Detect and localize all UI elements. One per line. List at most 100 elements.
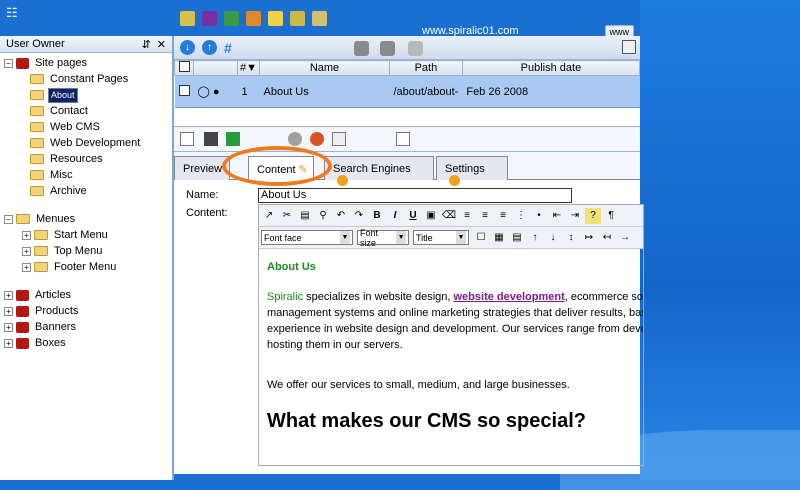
delete-icon[interactable] xyxy=(396,132,410,146)
tree-node-about[interactable]: About xyxy=(4,87,172,103)
bullet-list-icon[interactable]: • xyxy=(531,208,547,224)
window-icon[interactable] xyxy=(622,40,636,54)
users-icon[interactable] xyxy=(246,10,261,26)
tree-node-misc[interactable]: Misc xyxy=(4,167,172,183)
move-down-icon[interactable]: ↓ xyxy=(180,40,195,55)
cut-icon[interactable]: ✂ xyxy=(279,208,295,224)
close-icon[interactable]: ✕ xyxy=(157,38,166,51)
outdent-icon[interactable]: ⇤ xyxy=(549,208,565,224)
tree-node-label: Archive xyxy=(50,185,87,197)
tree-node-archive[interactable]: Archive xyxy=(4,183,172,199)
stats-icon[interactable] xyxy=(290,10,305,26)
tree-node-start-menu[interactable]: + Start Menu xyxy=(4,227,172,243)
tree-node-constant-pages[interactable]: Constant Pages xyxy=(4,71,172,87)
delete-page-icon[interactable] xyxy=(408,41,423,56)
delete-column-icon[interactable]: ↕ xyxy=(563,230,579,246)
path-header[interactable]: Path xyxy=(389,60,463,76)
number-header[interactable]: #▼ xyxy=(237,60,260,76)
tree-node-banners[interactable]: + Banners xyxy=(4,319,172,335)
expand-icon[interactable]: + xyxy=(22,230,31,240)
tree-node-resources[interactable]: Resources xyxy=(4,151,172,167)
copy-page-icon[interactable] xyxy=(380,41,395,56)
row-checkbox[interactable] xyxy=(178,84,190,96)
underline-icon[interactable]: U xyxy=(405,208,421,224)
cell-icon[interactable]: → xyxy=(617,230,633,246)
folder-icon xyxy=(30,122,44,132)
new-icon[interactable] xyxy=(180,132,194,146)
tree-node-web-development[interactable]: Web Development xyxy=(4,135,172,151)
help-icon[interactable]: ? xyxy=(585,207,601,224)
bold-icon[interactable]: B xyxy=(369,208,385,224)
sitemap-icon[interactable]: ☷ xyxy=(6,5,18,21)
table-icon[interactable]: ▦ xyxy=(491,230,507,246)
globe-icon[interactable] xyxy=(288,132,302,146)
copy-icon[interactable] xyxy=(332,132,346,146)
expand-icon[interactable]: + xyxy=(22,262,31,272)
row-select-cell[interactable] xyxy=(174,75,194,108)
add-page-icon[interactable] xyxy=(354,41,369,56)
ordered-list-icon[interactable]: ⋮ xyxy=(513,208,529,224)
save-icon[interactable] xyxy=(204,132,218,146)
tab-search-engines[interactable]: Search Engines xyxy=(324,156,434,186)
tree-node-articles[interactable]: + Articles xyxy=(4,287,172,303)
font-face-select[interactable]: Font face ▼ xyxy=(261,230,353,245)
expand-icon[interactable]: + xyxy=(4,338,13,348)
collapse-icon[interactable]: − xyxy=(4,214,13,224)
checkbox-icon[interactable]: ☐ xyxy=(473,230,489,246)
paste-icon[interactable]: ▤ xyxy=(297,208,313,224)
refresh-icon[interactable] xyxy=(226,132,240,146)
row-name[interactable]: About Us xyxy=(259,75,390,108)
undo-icon[interactable]: ↶ xyxy=(333,208,349,224)
tree-node-boxes[interactable]: + Boxes xyxy=(4,335,172,351)
align-center-icon[interactable]: ≡ xyxy=(477,208,493,224)
paragraph-icon[interactable]: ¶ xyxy=(603,208,619,224)
name-header[interactable]: Name xyxy=(259,60,390,76)
select-all-checkbox[interactable] xyxy=(178,61,190,72)
collapse-icon[interactable]: − xyxy=(4,58,13,68)
books-icon[interactable] xyxy=(202,10,217,26)
font-size-select[interactable]: Font size ▼ xyxy=(357,228,409,248)
name-input[interactable] xyxy=(258,187,572,203)
tree-node-products[interactable]: + Products xyxy=(4,303,172,319)
tools-icon[interactable] xyxy=(312,10,327,26)
eraser-icon[interactable]: ⌫ xyxy=(441,208,457,224)
refresh-icon[interactable]: ⇵ xyxy=(142,38,151,51)
select-all-header[interactable] xyxy=(174,60,194,76)
tree-node-top-menu[interactable]: + Top Menu xyxy=(4,243,172,259)
expand-icon[interactable]: + xyxy=(4,306,13,316)
edit-icon[interactable] xyxy=(180,10,195,26)
website-development-link[interactable]: website development xyxy=(454,291,565,303)
publish-date-header[interactable]: Publish date xyxy=(461,60,641,76)
mail-icon[interactable] xyxy=(268,10,283,26)
tree-node-web-cms[interactable]: Web CMS xyxy=(4,119,172,135)
expand-icon[interactable]: + xyxy=(22,246,31,256)
insert-row-icon[interactable]: ↓ xyxy=(545,230,561,246)
tree-node-contact[interactable]: Contact xyxy=(4,103,172,119)
find-icon[interactable]: ⚲ xyxy=(315,208,331,224)
align-left-icon[interactable]: ≡ xyxy=(459,208,475,224)
insert-column-icon[interactable]: ↑ xyxy=(527,230,543,246)
align-right-icon[interactable]: ≡ xyxy=(495,208,511,224)
expand-icon[interactable]: + xyxy=(4,322,13,332)
color-icon[interactable]: ▣ xyxy=(423,208,439,224)
publish-icon[interactable] xyxy=(310,132,324,146)
title-select[interactable]: Title ▼ xyxy=(413,230,469,245)
tree-node-menues[interactable]: − Menues xyxy=(4,211,172,227)
image-icon[interactable] xyxy=(224,10,239,26)
tree-node-site-pages[interactable]: − Site pages xyxy=(4,55,172,71)
table-props-icon[interactable]: ▤ xyxy=(509,230,525,246)
indent-icon[interactable]: ⇥ xyxy=(567,208,583,224)
expand-icon[interactable]: + xyxy=(4,290,13,300)
italic-icon[interactable]: I xyxy=(387,208,403,224)
folder-icon xyxy=(30,106,44,116)
split-icon[interactable]: ↤ xyxy=(599,230,615,246)
redo-icon[interactable]: ↷ xyxy=(351,208,367,224)
editor-content[interactable]: About Us Spiralic specializes in website… xyxy=(259,249,643,465)
table-row[interactable]: ◯ ● 1 About Us /about/about- Feb 26 2008 xyxy=(174,75,640,108)
pointer-icon[interactable]: ↗ xyxy=(261,208,277,224)
renumber-icon[interactable]: # xyxy=(224,40,232,56)
tab-settings[interactable]: Settings xyxy=(436,156,508,186)
tree-node-footer-menu[interactable]: + Footer Menu xyxy=(4,259,172,275)
merge-icon[interactable]: ↦ xyxy=(581,230,597,246)
move-up-icon[interactable]: ↑ xyxy=(202,40,217,55)
